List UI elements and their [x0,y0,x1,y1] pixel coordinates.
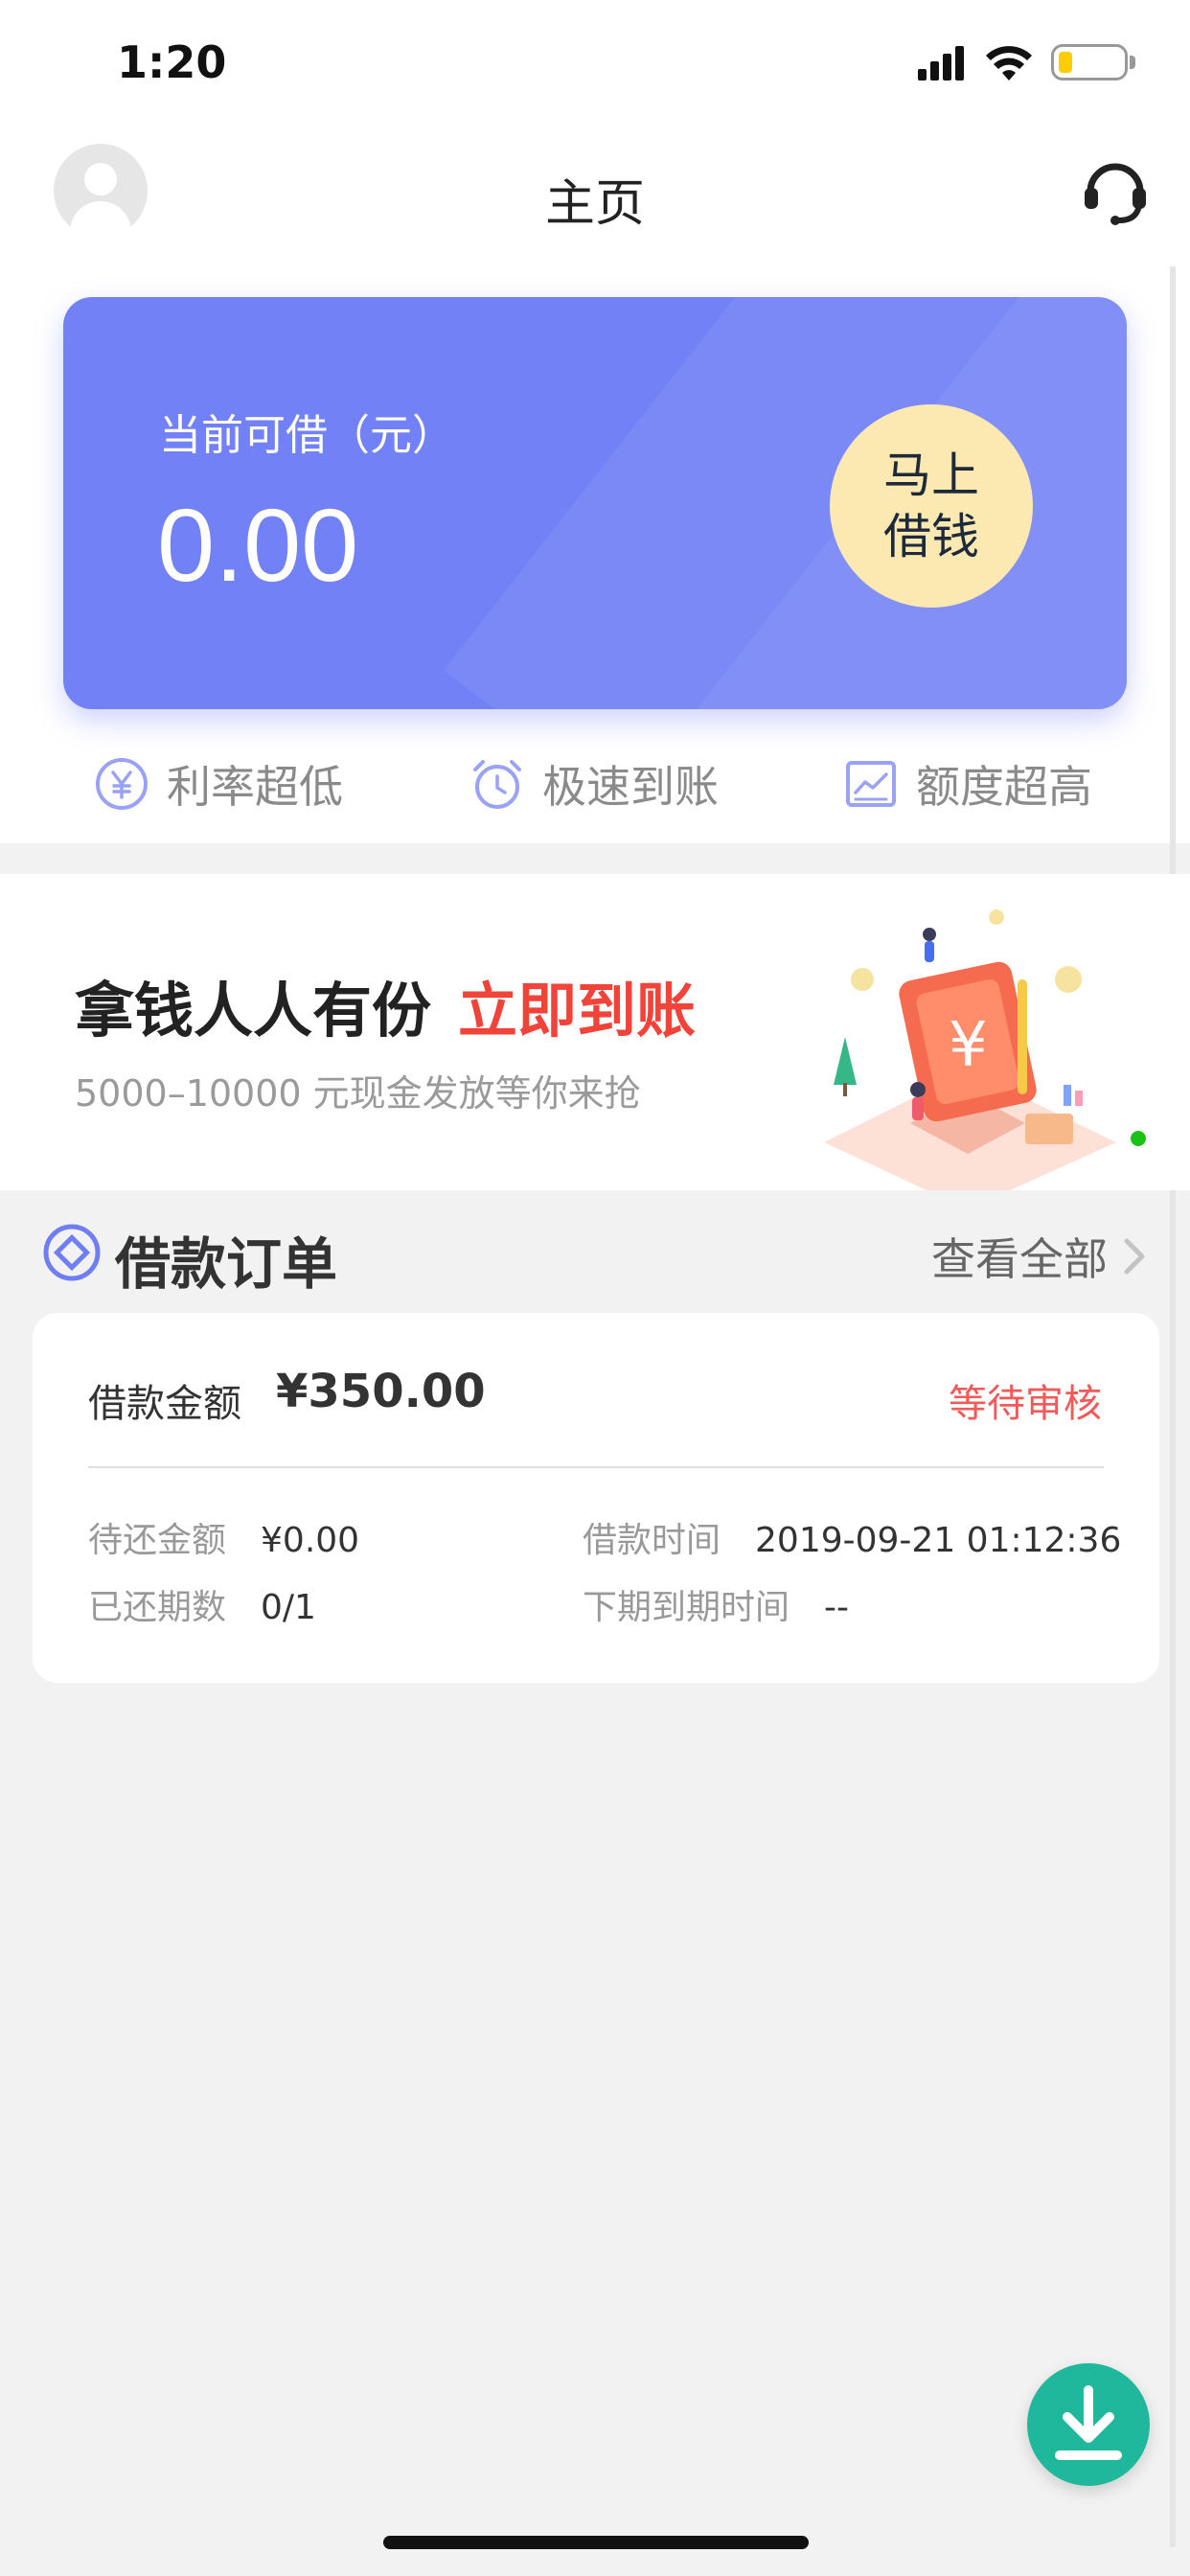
feature-high-limit: 额度超高 [843,749,1092,818]
orders-title: 借款订单 [115,1231,338,1297]
next-due-row: 下期到期时间 -- [583,1588,849,1627]
divider [88,1466,1104,1468]
pending-amount-row: 待还金额 ¥0.00 [88,1521,360,1560]
feature-low-rate: 利率超低 [94,749,343,818]
signal-icon [918,46,964,80]
wifi-icon [986,46,1032,80]
available-amount-label: 当前可借（元） [159,411,454,460]
status-time: 1:20 [117,36,227,88]
order-status: 等待审核 [949,1382,1102,1426]
banner-subtitle: 5000–10000 元现金发放等你来抢 [75,1072,641,1115]
banner-highlight: 立即到账 [458,976,697,1046]
download-icon [1055,2385,1122,2460]
yen-circle-icon [96,758,148,810]
banner-title: 拿钱人人有份 立即到账 [75,976,697,1046]
view-all-label: 查看全部 [931,1233,1108,1285]
trend-chart-icon [846,761,896,807]
chevron-right-icon [1124,1238,1145,1275]
customer-service-icon[interactable] [1077,153,1154,230]
feature-label: 极速到账 [542,761,719,813]
battery-icon [1051,44,1128,80]
loan-card: 当前可借（元） 0.00 马上借钱 [63,297,1127,709]
orders-header: 借款订单 查看全部 [0,1190,1190,1315]
promo-banner[interactable]: 拿钱人人有份 立即到账 5000–10000 元现金发放等你来抢 ¥ [0,874,1190,1190]
loan-amount-label: 借款金额 [88,1382,241,1426]
page-title: 主页 [544,175,645,233]
order-diamond-icon [43,1224,101,1281]
status-bar: 1:20 [0,0,1190,125]
scrollbar[interactable] [1170,266,1176,2547]
loan-time-row: 借款时间 2019-09-21 01:12:36 [583,1521,1122,1560]
feature-label: 额度超高 [916,761,1092,813]
nav-bar: 主页 [0,134,1190,249]
alarm-clock-icon [473,760,521,809]
borrow-now-button[interactable]: 马上借钱 [830,404,1033,608]
svg-text:¥: ¥ [949,1010,988,1081]
repaid-periods-row: 已还期数 0/1 [88,1588,316,1627]
home-indicator [383,2536,809,2549]
page-indicator-dot [1131,1131,1146,1146]
view-all-link[interactable]: 查看全部 [931,1225,1148,1288]
download-button[interactable] [1027,2363,1150,2486]
feature-fast-arrival: 极速到账 [469,749,719,818]
available-amount: 0.00 [157,487,359,603]
feature-label: 利率超低 [167,761,343,813]
loan-amount: ¥350.00 [276,1365,486,1418]
order-card[interactable]: 借款金额 ¥350.00 等待审核 待还金额 ¥0.00 借款时间 2019-09-… [33,1313,1159,1683]
yen-coin-illustration: ¥ [824,909,1116,1190]
feature-strip: 利率超低 极速到账 额度超高 [0,738,1190,830]
